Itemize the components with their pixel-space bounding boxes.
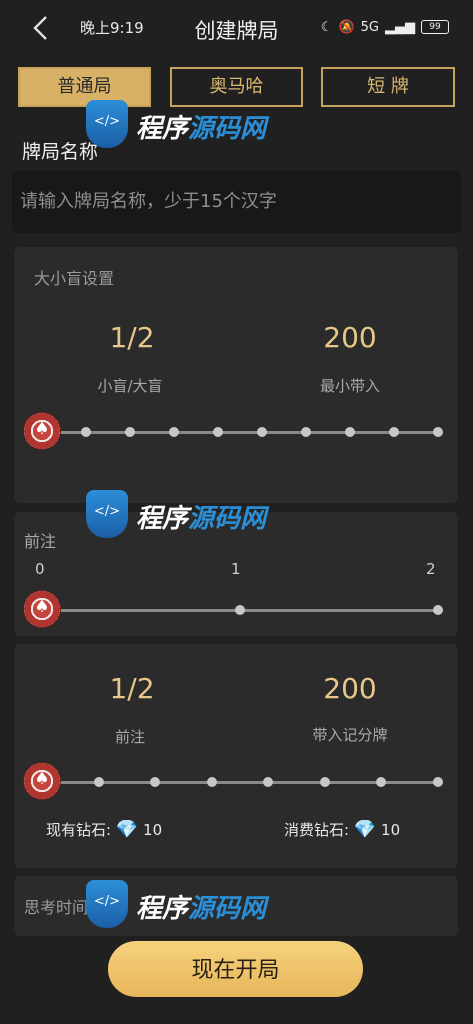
slider-stop[interactable]	[169, 427, 179, 437]
slider-stop[interactable]	[319, 777, 330, 787]
blind-value: 1/2	[109, 321, 155, 354]
watermark-text: 程序源码网	[136, 894, 267, 924]
network-label: 5G	[360, 19, 379, 35]
buyin-label: 带入记分牌	[312, 726, 388, 744]
slider-stop[interactable]	[213, 427, 223, 437]
slider-stop[interactable]	[206, 777, 217, 787]
header-bar: 晚上9:19 创建牌局 ☾ 🔕 5G ▂▄▆ 99	[0, 0, 473, 56]
moon-icon: ☾	[320, 19, 333, 35]
diamond-icon: 💎	[115, 819, 139, 840]
ante-title: 前注	[24, 532, 57, 551]
slider-stop[interactable]	[257, 427, 267, 437]
slider-stop[interactable]	[433, 427, 443, 437]
game-name-input[interactable]	[12, 170, 461, 233]
code-shield-icon	[86, 490, 128, 538]
slider-stop[interactable]	[433, 605, 443, 615]
watermark-text: 程序源码网	[136, 504, 267, 534]
buyin-value: 200	[323, 672, 377, 705]
slider-track	[42, 431, 438, 434]
poker-chip-handle-icon[interactable]	[24, 413, 60, 449]
ante-tick-2: 2	[426, 560, 436, 578]
slider-stop[interactable]	[81, 427, 91, 437]
slider-stop[interactable]	[301, 427, 311, 437]
code-shield-icon	[86, 880, 128, 928]
watermark-logo: 程序源码网	[86, 484, 286, 546]
ante-slider[interactable]	[24, 590, 448, 630]
slider-stop[interactable]	[235, 605, 245, 615]
ante-value: 1/2	[109, 672, 155, 705]
slider-stop[interactable]	[389, 427, 399, 437]
slider-stop[interactable]	[150, 777, 161, 787]
watermark-text: 程序源码网	[136, 114, 267, 144]
mute-bell-icon: 🔕	[338, 19, 355, 35]
slider-stop[interactable]	[93, 777, 104, 787]
slider-stop[interactable]	[263, 777, 274, 787]
start-game-button[interactable]: 现在开局	[108, 941, 363, 997]
ante-tick-0: 0	[35, 560, 45, 578]
slider-stop[interactable]	[125, 427, 135, 437]
diamonds-cost-label: 消费钻石:	[284, 821, 350, 839]
ante-tick-1: 1	[231, 560, 241, 578]
tab-short-deck[interactable]: 短 牌	[321, 67, 455, 107]
summary-card: 1/2 前注 200 带入记分牌 现有钻石: 💎 10 消费钻石: 💎 10	[14, 644, 458, 868]
min-buyin-value: 200	[323, 321, 377, 354]
code-shield-icon	[86, 100, 128, 148]
battery-icon: 99	[421, 20, 449, 34]
signal-icon: ▂▄▆	[385, 19, 415, 35]
diamonds-owned-label: 现有钻石:	[46, 821, 112, 839]
diamond-icon: 💎	[353, 819, 377, 840]
diamonds-cost: 消费钻石: 💎 10	[284, 819, 400, 840]
diamonds-owned-value: 10	[143, 821, 163, 839]
slider-stop[interactable]	[345, 427, 355, 437]
blinds-title: 大小盲设置	[34, 269, 115, 288]
slider-stop[interactable]	[433, 777, 443, 787]
poker-chip-handle-icon[interactable]	[24, 763, 60, 799]
blind-label: 小盲/大盲	[97, 377, 163, 395]
blinds-card: 大小盲设置 1/2 小盲/大盲 200 最小带入	[14, 247, 458, 503]
diamonds-owned: 现有钻石: 💎 10	[46, 819, 162, 840]
ante-label: 前注	[114, 728, 145, 746]
thinking-time-title: 思考时间	[24, 898, 89, 917]
poker-chip-handle-icon[interactable]	[24, 591, 60, 627]
slider-stop[interactable]	[376, 777, 387, 787]
blinds-slider[interactable]	[24, 412, 448, 452]
buyin-slider[interactable]	[24, 762, 448, 802]
watermark-logo: 程序源码网	[86, 874, 286, 936]
status-icons: ☾ 🔕 5G ▂▄▆ 99	[321, 17, 449, 37]
watermark-logo: 程序源码网	[86, 94, 286, 156]
diamonds-cost-value: 10	[381, 821, 401, 839]
min-buyin-label: 最小带入	[319, 377, 380, 395]
